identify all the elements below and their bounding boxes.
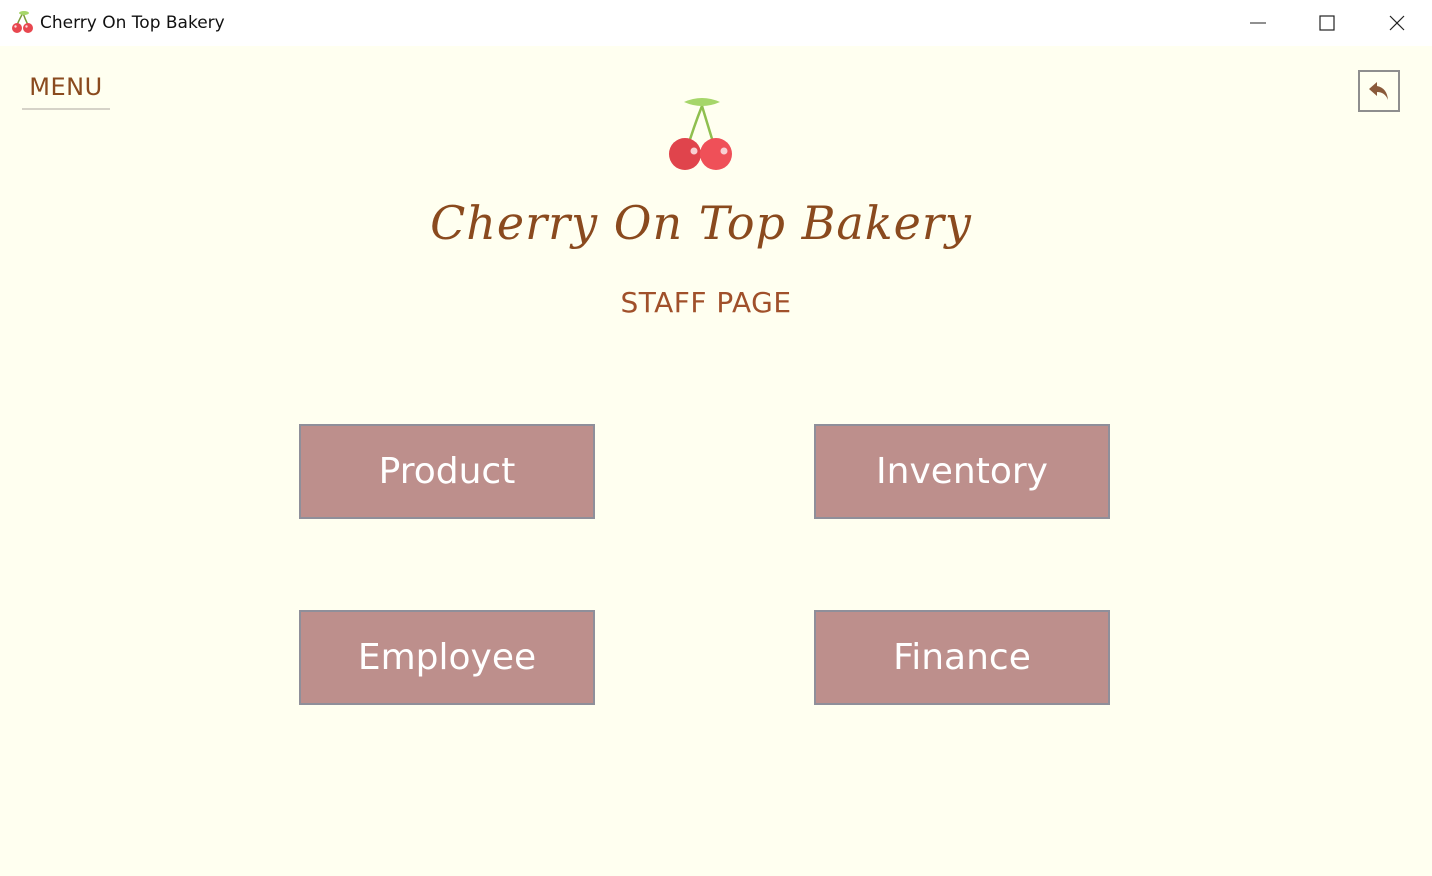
window-title: Cherry On Top Bakery bbox=[40, 13, 225, 33]
minimize-button[interactable] bbox=[1223, 0, 1293, 46]
employee-button[interactable]: Employee bbox=[299, 610, 595, 705]
finance-button[interactable]: Finance bbox=[814, 610, 1110, 705]
cherry-icon bbox=[12, 11, 33, 33]
maximize-button[interactable] bbox=[1292, 0, 1362, 46]
app-window: Cherry On Top Bakery MENU Cherry On Top … bbox=[0, 0, 1432, 876]
maximize-icon bbox=[1319, 15, 1335, 31]
brand-title: Cherry On Top Bakery bbox=[430, 196, 972, 250]
back-button[interactable] bbox=[1358, 70, 1400, 112]
undo-arrow-icon bbox=[1369, 82, 1388, 100]
page-subtitle: STAFF PAGE bbox=[620, 286, 792, 319]
product-button[interactable]: Product bbox=[299, 424, 595, 519]
close-button[interactable] bbox=[1362, 0, 1432, 46]
close-icon bbox=[1389, 15, 1405, 31]
inventory-button[interactable]: Inventory bbox=[814, 424, 1110, 519]
minimize-icon bbox=[1250, 22, 1266, 24]
cherry-logo bbox=[669, 98, 732, 170]
menu-link[interactable]: MENU bbox=[22, 70, 110, 110]
title-bar: Cherry On Top Bakery bbox=[0, 0, 1432, 46]
staff-page-content: MENU Cherry On Top Bakery STAFF PAGE Pro… bbox=[0, 46, 1432, 876]
